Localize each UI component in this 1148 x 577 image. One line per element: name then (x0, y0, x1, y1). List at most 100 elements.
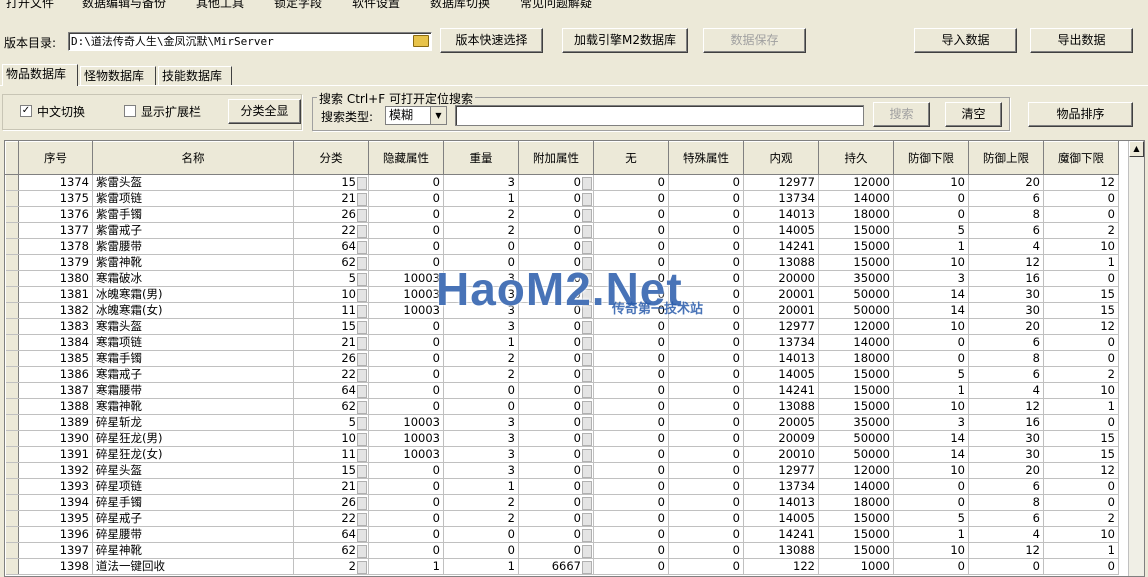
table-cell[interactable]: 14013 (743, 494, 819, 511)
row-indicator[interactable] (5, 238, 19, 255)
table-cell[interactable]: 62 (293, 254, 369, 271)
table-cell[interactable]: 0 (593, 478, 669, 495)
table-cell[interactable]: 12 (1043, 318, 1119, 335)
row-indicator[interactable] (5, 350, 19, 367)
table-cell[interactable]: 0 (443, 254, 519, 271)
table-cell[interactable]: 0 (1043, 558, 1119, 575)
table-cell[interactable]: 1378 (18, 238, 93, 255)
table-cell[interactable]: 20010 (743, 446, 819, 463)
table-cell[interactable]: 21 (293, 190, 369, 207)
table-cell[interactable]: 50000 (818, 430, 894, 447)
table-cell[interactable]: 10 (293, 430, 369, 447)
table-row[interactable]: 1378 紫雷腰带 64 0 0 0 0 0 14241 15000 1 4 10 (5, 238, 1119, 255)
table-cell[interactable]: 0 (668, 558, 744, 575)
table-cell[interactable]: 1394 (18, 494, 93, 511)
table-row[interactable]: 1385 寒霜手镯 26 0 2 0 0 0 14013 18000 0 8 0 (5, 350, 1119, 367)
table-cell[interactable]: 寒霜项链 (92, 334, 294, 351)
row-indicator[interactable] (5, 366, 19, 383)
table-cell[interactable]: 0 (368, 526, 444, 543)
table-cell[interactable]: 26 (293, 494, 369, 511)
table-row[interactable]: 1397 碎星神靴 62 0 0 0 0 0 13088 15000 10 12 1 (5, 542, 1119, 559)
table-cell[interactable]: 6 (968, 190, 1044, 207)
table-cell[interactable]: 5 (293, 414, 369, 431)
table-cell[interactable]: 10 (893, 254, 969, 271)
table-cell[interactable]: 寒霜神靴 (92, 398, 294, 415)
quick-select-button[interactable]: 版本快速选择 (440, 28, 543, 53)
table-row[interactable]: 1394 碎星手镯 26 0 2 0 0 0 14013 18000 0 8 0 (5, 494, 1119, 511)
table-cell[interactable]: 0 (368, 222, 444, 239)
table-cell[interactable]: 0 (518, 254, 594, 271)
menu-settings[interactable]: 软件设置 (352, 0, 400, 10)
column-header[interactable]: 防御下限 (893, 141, 969, 175)
table-cell[interactable]: 0 (518, 366, 594, 383)
table-cell[interactable]: 0 (668, 526, 744, 543)
table-cell[interactable]: 碎星腰带 (92, 526, 294, 543)
table-cell[interactable]: 0 (668, 510, 744, 527)
table-cell[interactable]: 15 (1043, 430, 1119, 447)
table-cell[interactable]: 6667 (518, 558, 594, 575)
table-cell[interactable]: 16 (968, 270, 1044, 287)
table-cell[interactable]: 20 (968, 174, 1044, 191)
table-cell[interactable]: 0 (518, 350, 594, 367)
table-cell[interactable]: 1382 (18, 302, 93, 319)
search-type-select[interactable]: 模糊 ▼ (385, 106, 447, 125)
table-cell[interactable]: 0 (668, 398, 744, 415)
table-cell[interactable]: 0 (368, 510, 444, 527)
table-cell[interactable]: 0 (518, 190, 594, 207)
table-cell[interactable]: 14241 (743, 526, 819, 543)
table-cell[interactable]: 30 (968, 446, 1044, 463)
table-cell[interactable]: 5 (293, 270, 369, 287)
menu-open-file[interactable]: 打开文件 (6, 0, 54, 10)
column-header[interactable]: 重量 (443, 141, 519, 175)
table-cell[interactable]: 12 (1043, 462, 1119, 479)
table-cell[interactable]: 0 (518, 270, 594, 287)
table-cell[interactable]: 14000 (818, 478, 894, 495)
table-cell[interactable]: 8 (968, 206, 1044, 223)
table-cell[interactable]: 13088 (743, 254, 819, 271)
table-cell[interactable]: 10 (293, 286, 369, 303)
table-cell[interactable]: 碎星神靴 (92, 542, 294, 559)
table-row[interactable]: 1393 碎星项链 21 0 1 0 0 0 13734 14000 0 6 0 (5, 478, 1119, 495)
table-cell[interactable]: 1386 (18, 366, 93, 383)
table-cell[interactable]: 0 (893, 334, 969, 351)
table-cell[interactable]: 1 (1043, 398, 1119, 415)
table-cell[interactable]: 0 (593, 222, 669, 239)
menu-other-tools[interactable]: 其他工具 (196, 0, 244, 10)
menu-faq[interactable]: 常见问题解疑 (520, 0, 592, 10)
table-row[interactable]: 1380 寒霜破冰 5 10003 3 0 0 0 20000 35000 3 16 0 (5, 270, 1119, 287)
table-cell[interactable]: 0 (368, 494, 444, 511)
table-cell[interactable]: 0 (1043, 350, 1119, 367)
table-cell[interactable]: 11 (293, 302, 369, 319)
menu-db-switch[interactable]: 数据库切换 (430, 0, 490, 10)
table-cell[interactable]: 3 (443, 174, 519, 191)
table-row[interactable]: 1374 紫雷头盔 15 0 3 0 0 0 12977 12000 10 20 12 (5, 174, 1119, 191)
table-cell[interactable]: 0 (368, 542, 444, 559)
table-cell[interactable]: 4 (968, 382, 1044, 399)
table-cell[interactable]: 14241 (743, 238, 819, 255)
table-cell[interactable]: 0 (593, 382, 669, 399)
table-cell[interactable]: 0 (518, 398, 594, 415)
row-indicator[interactable] (5, 462, 19, 479)
table-cell[interactable]: 紫雷项链 (92, 190, 294, 207)
table-cell[interactable]: 0 (668, 238, 744, 255)
table-cell[interactable]: 0 (368, 350, 444, 367)
chinese-toggle-checkbox[interactable]: ✓ (20, 105, 32, 117)
table-cell[interactable]: 20001 (743, 286, 819, 303)
table-cell[interactable]: 50000 (818, 286, 894, 303)
table-cell[interactable]: 0 (518, 382, 594, 399)
table-cell[interactable]: 21 (293, 334, 369, 351)
table-cell[interactable]: 11 (293, 446, 369, 463)
table-cell[interactable]: 1 (443, 334, 519, 351)
table-cell[interactable]: 寒霜戒子 (92, 366, 294, 383)
table-cell[interactable]: 0 (518, 206, 594, 223)
table-cell[interactable]: 0 (668, 414, 744, 431)
table-cell[interactable]: 0 (668, 542, 744, 559)
search-button[interactable]: 搜索 (873, 102, 930, 127)
table-cell[interactable]: 10003 (368, 414, 444, 431)
table-cell[interactable]: 30 (968, 286, 1044, 303)
table-cell[interactable]: 0 (668, 430, 744, 447)
table-cell[interactable]: 0 (368, 318, 444, 335)
table-cell[interactable]: 15 (293, 318, 369, 335)
version-dir-field[interactable]: D:\道法传奇人生\金凤沉默\MirServer (68, 32, 432, 51)
column-header[interactable]: 附加属性 (518, 141, 594, 175)
